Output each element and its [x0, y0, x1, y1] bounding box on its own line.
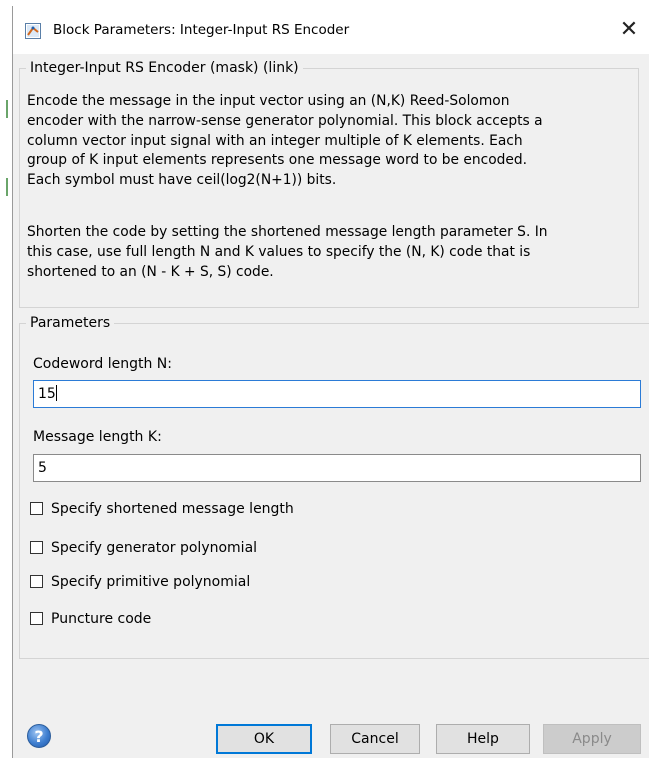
apply-button[interactable]: Apply: [543, 724, 641, 754]
generator-polynomial-checkbox[interactable]: Specify generator polynomial: [30, 538, 257, 558]
message-length-input[interactable]: 5: [33, 454, 641, 482]
checkbox-label: Specify primitive polynomial: [51, 574, 251, 590]
checkbox-box[interactable]: [30, 502, 43, 515]
shortened-message-length-checkbox[interactable]: Specify shortened message length: [30, 499, 294, 519]
description-line: Shorten the code by setting the shortene…: [27, 224, 548, 240]
mask-group-legend: Integer-Input RS Encoder (mask) (link): [26, 58, 303, 78]
checkbox-label: Puncture code: [51, 611, 152, 627]
checkbox-box[interactable]: [30, 541, 43, 554]
description-line: Each symbol must have ceil(log2(N+1)) bi…: [27, 172, 337, 189]
codeword-length-value: 15: [38, 386, 56, 402]
window-title: Block Parameters: Integer-Input RS Encod…: [53, 22, 350, 38]
simulink-app-icon: [25, 23, 41, 39]
cancel-button[interactable]: Cancel: [330, 724, 420, 754]
block-parameters-dialog: Block Parameters: Integer-Input RS Encod…: [12, 6, 649, 758]
background-line: [6, 100, 8, 118]
help-button[interactable]: Help: [436, 724, 530, 754]
description-paragraph-1: Encode the message in the input vector u…: [27, 92, 627, 191]
codeword-length-input[interactable]: 15: [33, 380, 641, 408]
background-line: [6, 178, 8, 196]
text-caret: [55, 385, 57, 401]
message-length-value: 5: [38, 460, 47, 476]
checkbox-box[interactable]: [30, 575, 43, 588]
parameters-group-legend: Parameters: [26, 313, 115, 333]
description-line: column vector input signal with an integ…: [27, 132, 523, 149]
mask-description-group: Integer-Input RS Encoder (mask) (link) E…: [19, 58, 639, 308]
background-window-strip: [0, 0, 12, 758]
description-line: encoder with the narrow-sense generator …: [27, 112, 543, 129]
ok-button[interactable]: OK: [216, 724, 312, 754]
codeword-length-label: Codeword length N:: [33, 356, 172, 372]
checkbox-label: Specify shortened message length: [51, 501, 294, 517]
description-line: shortened to an (N - K + S, S) code.: [27, 263, 274, 280]
close-icon[interactable]: ✕: [609, 12, 649, 48]
puncture-code-checkbox[interactable]: Puncture code: [30, 609, 151, 629]
help-question-icon[interactable]: ?: [27, 724, 51, 748]
description-line: this case, use full length N and K value…: [27, 243, 531, 260]
checkbox-label: Specify generator polynomial: [51, 540, 258, 556]
title-bar[interactable]: Block Parameters: Integer-Input RS Encod…: [13, 6, 649, 54]
description-line: Encode the message in the input vector u…: [27, 93, 510, 109]
description-line: group of K input elements represents one…: [27, 152, 528, 169]
primitive-polynomial-checkbox[interactable]: Specify primitive polynomial: [30, 572, 250, 592]
checkbox-box[interactable]: [30, 612, 43, 625]
description-paragraph-2: Shorten the code by setting the shortene…: [27, 223, 627, 282]
message-length-label: Message length K:: [33, 429, 162, 445]
